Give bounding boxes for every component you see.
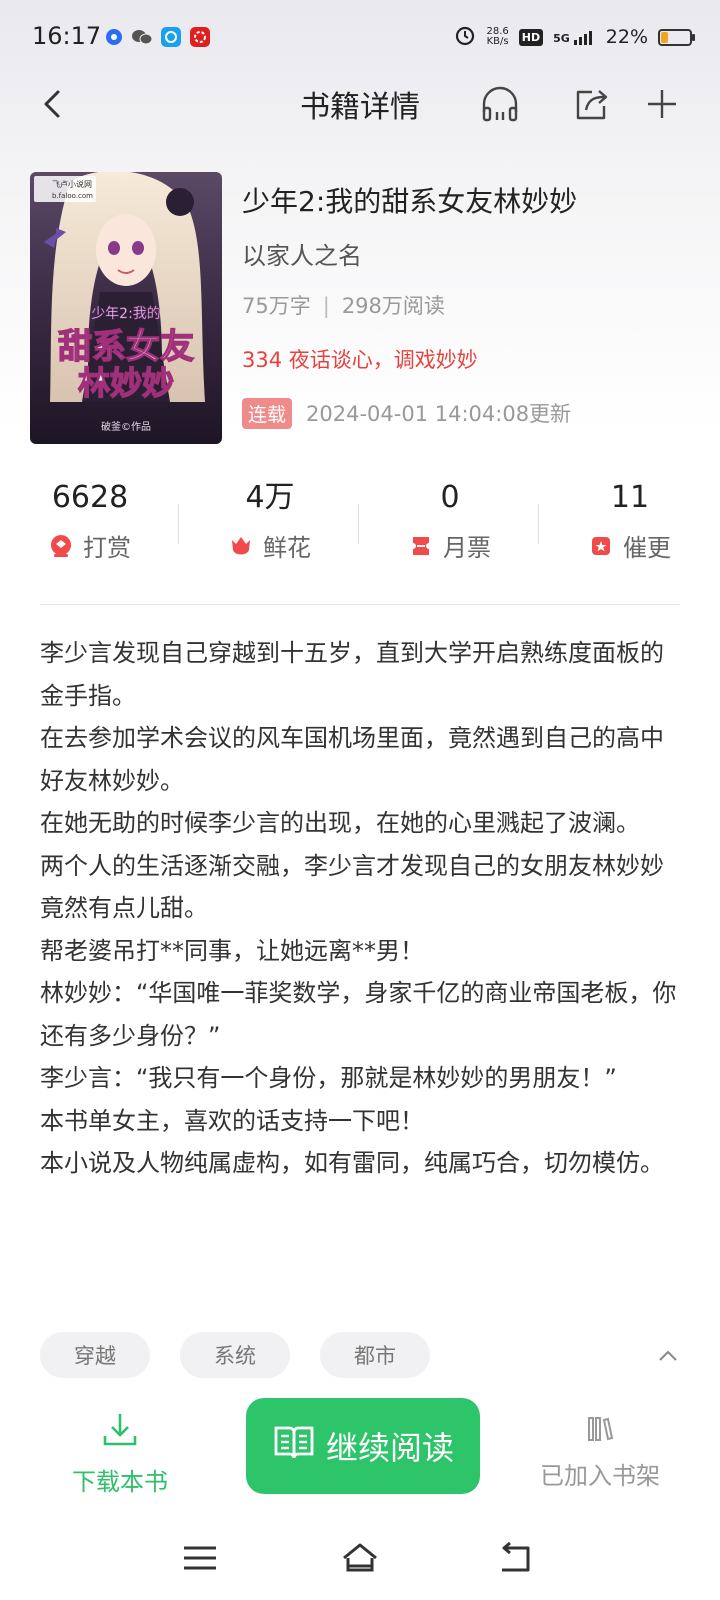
- battery-percent: 22%: [605, 26, 648, 48]
- download-icon: [100, 1414, 140, 1454]
- flower-icon: [229, 534, 253, 558]
- description-paragraph: 两个人的生活逐渐交融，李少言才发现自己的女朋友林妙妙竟然有点儿甜。: [40, 851, 664, 923]
- description-paragraph: 本小说及人物纯属虚构，如有雷同，纯属巧合，切勿模仿。: [40, 1149, 664, 1177]
- net-speed: 28.6 KB/s: [486, 26, 509, 47]
- book-description: 李少言发现自己穿越到十五岁，直到大学开启熟练度面板的金手指。 在去参加学术会议的…: [40, 632, 680, 1185]
- book-author[interactable]: 以家人之名: [242, 236, 692, 272]
- download-button[interactable]: 下载本书: [62, 1410, 178, 1497]
- description-paragraph: 林妙妙：“华国唯一菲奖数学，身家千亿的商业帝国老板，你还有多少身份？”: [40, 979, 677, 1050]
- cover-title-line1: 少年2:我的: [91, 306, 161, 322]
- update-time: 2024-04-01 14:04:08更新: [306, 402, 572, 426]
- book-cover[interactable]: 飞卢小说网 b.faloo.com 少年2:我的 甜系女友 林妙妙 破釜©作品: [30, 172, 222, 444]
- download-label: 下载本书: [72, 1468, 168, 1496]
- read-count: 298万阅读: [341, 294, 445, 318]
- cover-title-line2: 甜系女友: [58, 327, 194, 367]
- tag-chip[interactable]: 系统: [180, 1332, 290, 1378]
- stat-urge[interactable]: 11 催更: [540, 478, 720, 563]
- bookshelf-icon: [585, 1417, 615, 1448]
- stat-label: 鲜花: [263, 534, 311, 562]
- tag-chip[interactable]: 都市: [320, 1332, 430, 1378]
- divider: [538, 504, 539, 544]
- continue-reading-button[interactable]: 继续阅读: [246, 1398, 480, 1494]
- chevron-up-icon[interactable]: [656, 1344, 680, 1368]
- wechat-icon: [131, 27, 153, 47]
- stat-reward[interactable]: 6628 打赏: [0, 478, 180, 563]
- stat-value: 0: [440, 480, 460, 515]
- description-paragraph: 在去参加学术会议的风车国机场里面，竟然遇到自己的高中好友林妙妙。: [40, 724, 664, 795]
- hd-badge: HD: [518, 28, 544, 46]
- description-paragraph: 本书单女主，喜欢的话支持一下吧！: [40, 1106, 424, 1135]
- share-icon[interactable]: [570, 82, 614, 126]
- reward-icon: [49, 534, 73, 558]
- book-open-icon: [272, 1422, 316, 1470]
- stat-label: 打赏: [83, 534, 131, 562]
- stat-label: 月票: [443, 534, 491, 562]
- status-bar: 16:17 28.6 KB/s HD 5G 22%: [0, 0, 720, 76]
- status-badge: 连载: [242, 397, 293, 429]
- divider: [40, 604, 680, 605]
- continue-reading-label: 继续阅读: [325, 1429, 454, 1467]
- stat-value: 6628: [51, 480, 129, 515]
- latest-chapter[interactable]: 334 夜话谈心，调戏妙妙: [242, 344, 692, 376]
- tag-chip[interactable]: 穿越: [40, 1332, 150, 1378]
- system-nav: [0, 1528, 720, 1584]
- book-title: 少年2:我的甜系女友林妙妙: [242, 185, 578, 218]
- cover-site: b.faloo.com: [52, 192, 93, 200]
- browser-icon: [161, 27, 181, 47]
- stat-value: 4万: [245, 480, 295, 515]
- bookshelf-label: 已加入书架: [540, 1462, 660, 1490]
- cover-title-line3: 林妙妙: [78, 364, 174, 402]
- status-time: 16:17: [32, 22, 102, 50]
- update-info: 连载 2024-04-01 14:04:08更新: [242, 396, 692, 430]
- stats-row: 6628 打赏 4万 鲜花 0 月票 11 催更: [0, 478, 720, 578]
- divider: [358, 504, 359, 544]
- divider: [178, 504, 179, 544]
- back-nav-icon[interactable]: [496, 1540, 536, 1576]
- app-notification-icon: [104, 27, 124, 47]
- news-app-icon: [190, 27, 210, 47]
- cover-credit: 破釜©作品: [101, 420, 151, 433]
- stat-monthly-ticket[interactable]: 0 月票: [360, 478, 540, 563]
- book-stats: 75万字 | 298万阅读: [242, 290, 692, 322]
- description-paragraph: 在她无助的时候李少言的出现，在她的心里溅起了波澜。: [40, 809, 640, 837]
- description-paragraph: 李少言：“我只有一个身份，那就是林妙妙的男朋友！”: [40, 1064, 617, 1092]
- battery-icon: [658, 28, 695, 46]
- signal-icon: 5G: [553, 29, 596, 45]
- description-paragraph: 李少言发现自己穿越到十五岁，直到大学开启熟练度面板的金手指。: [40, 639, 664, 710]
- stats-separator: |: [322, 294, 330, 318]
- headphones-icon[interactable]: [478, 82, 522, 126]
- description-paragraph: 帮老婆吊打**同事，让她远离**男！: [40, 936, 424, 965]
- top-nav: 书籍详情: [0, 76, 720, 132]
- ticket-icon: [409, 534, 433, 558]
- stat-flower[interactable]: 4万 鲜花: [180, 478, 360, 563]
- cover-publisher: 飞卢小说网: [52, 179, 92, 189]
- urge-icon: [589, 534, 613, 558]
- menu-icon[interactable]: [180, 1540, 220, 1576]
- stat-value: 11: [610, 480, 650, 515]
- alarm-icon: [454, 24, 476, 50]
- book-info: 少年2:我的甜系女友林妙妙 以家人之名 75万字 | 298万阅读 334 夜话谈心…: [242, 180, 692, 430]
- tag-list: 穿越 系统 都市: [40, 1332, 430, 1378]
- home-icon[interactable]: [340, 1540, 380, 1576]
- word-count: 75万字: [242, 294, 311, 318]
- bookshelf-button[interactable]: 已加入书架: [530, 1414, 670, 1491]
- stat-label: 催更: [623, 534, 671, 562]
- add-icon[interactable]: [640, 82, 684, 126]
